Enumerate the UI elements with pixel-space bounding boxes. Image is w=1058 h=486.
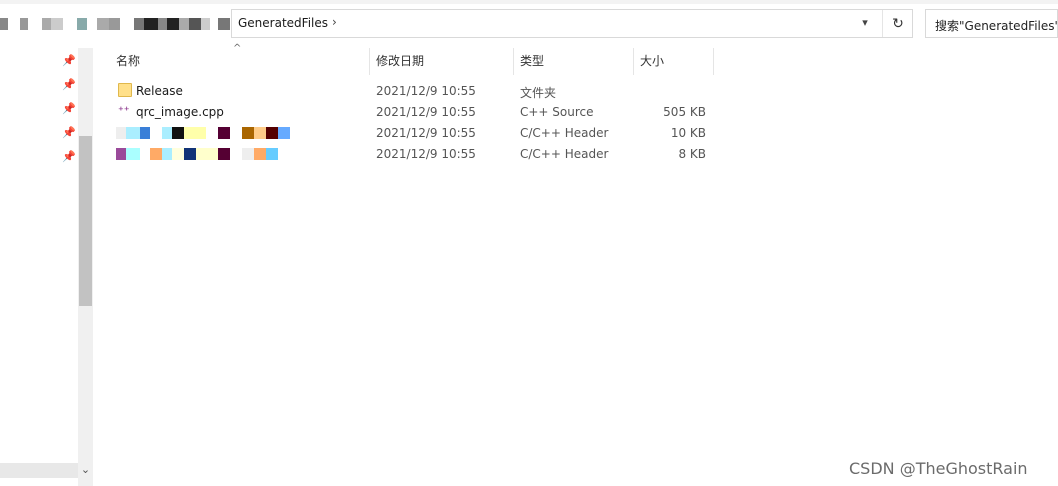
pin-icon[interactable]: 📌 [62, 55, 76, 67]
column-header: 名称 修改日期 类型 大小 [106, 48, 726, 76]
ribbon-edge [0, 0, 1058, 4]
horizontal-scrollbar[interactable] [0, 463, 78, 478]
pin-icon[interactable]: 📌 [62, 79, 76, 91]
refresh-icon[interactable]: ↻ [888, 14, 908, 34]
breadcrumb-generatedfiles[interactable]: GeneratedFiles [238, 16, 328, 30]
file-row-header-1[interactable]: 2021/12/9 10:55 C/C++ Header 10 KB [106, 123, 726, 144]
file-size: 8 KB [678, 147, 706, 161]
file-date: 2021/12/9 10:55 [376, 105, 476, 119]
toolbar: GeneratedFiles › ▾ ↻ 搜索"GeneratedFiles" [0, 0, 1058, 48]
column-divider[interactable] [369, 48, 370, 75]
file-name[interactable]: Release [136, 84, 183, 98]
pin-icon[interactable]: 📌 [62, 103, 76, 115]
file-type: 文件夹 [520, 86, 557, 100]
column-name[interactable]: 名称 [116, 48, 140, 75]
scroll-down-icon[interactable]: ⌄ [78, 463, 93, 479]
file-type: C/C++ Header [520, 147, 609, 161]
pin-icon[interactable]: 📌 [62, 151, 76, 163]
redacted-file-name [116, 127, 290, 139]
file-row-header-2[interactable]: 2021/12/9 10:55 C/C++ Header 8 KB [106, 144, 726, 165]
column-divider[interactable] [513, 48, 514, 75]
redacted-breadcrumb [0, 15, 230, 33]
column-modified[interactable]: 修改日期 [376, 48, 424, 75]
file-row-qrc-image[interactable]: ⁺⁺ qrc_image.cpp 2021/12/9 10:55 C++ Sou… [106, 102, 726, 123]
file-date: 2021/12/9 10:55 [376, 126, 476, 140]
nav-scrollbar[interactable]: ⌄ [78, 48, 93, 486]
column-divider[interactable] [713, 48, 714, 75]
folder-icon [118, 83, 132, 97]
watermark: CSDN @TheGhostRain [849, 459, 1028, 478]
file-size: 10 KB [670, 126, 706, 140]
navigation-pane: 📌 📌 📌 📌 📌 [0, 48, 78, 486]
pin-icon[interactable]: 📌 [62, 127, 76, 139]
file-type: C/C++ Header [520, 126, 609, 140]
redacted-file-name [116, 148, 278, 160]
file-size: 505 KB [663, 105, 706, 119]
address-bar[interactable]: GeneratedFiles › ▾ ↻ [231, 9, 913, 38]
address-divider [882, 10, 883, 37]
breadcrumb-chevron-icon[interactable]: › [332, 15, 337, 29]
cpp-file-icon: ⁺⁺ [118, 104, 130, 117]
file-type: C++ Source [520, 105, 594, 119]
scrollbar-thumb[interactable] [79, 136, 92, 306]
file-date: 2021/12/9 10:55 [376, 84, 476, 98]
search-input[interactable]: 搜索"GeneratedFiles" [925, 9, 1058, 38]
column-divider[interactable] [633, 48, 634, 75]
search-placeholder: 搜索"GeneratedFiles" [935, 19, 1058, 33]
file-date: 2021/12/9 10:55 [376, 147, 476, 161]
file-name[interactable]: qrc_image.cpp [136, 105, 224, 119]
chevron-down-icon[interactable]: ▾ [857, 16, 873, 32]
file-row-release[interactable]: Release 2021/12/9 10:55 文件夹 [106, 81, 726, 102]
column-type[interactable]: 类型 [520, 48, 544, 75]
column-size[interactable]: 大小 [640, 48, 664, 75]
